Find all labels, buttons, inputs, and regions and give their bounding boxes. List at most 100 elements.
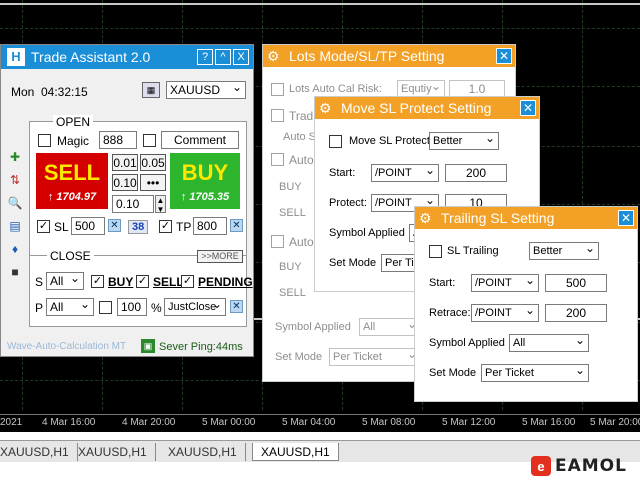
arrows-icon[interactable]: ⇅ — [7, 172, 23, 188]
lots-auto-label: Lots Auto Cal Risk: — [289, 83, 382, 95]
day-label: Mon — [11, 85, 35, 99]
move-sl-close-icon[interactable]: ✕ — [520, 100, 536, 116]
collapse-button[interactable]: ^ — [215, 49, 231, 65]
move-sl-titlebar[interactable]: ⚙ Move SL Protect Setting ✕ — [315, 97, 539, 119]
percent-checkbox[interactable] — [99, 301, 112, 314]
buy-label: BUY — [181, 160, 229, 185]
magic-input[interactable]: 888 — [99, 131, 137, 149]
sl-clear-icon[interactable]: ✕ — [108, 219, 121, 232]
trade-checkbox[interactable] — [271, 109, 284, 122]
pending-close-checkbox[interactable]: ✓ — [181, 275, 194, 288]
trailing-sl-close-icon[interactable]: ✕ — [618, 210, 634, 226]
magic-checkbox[interactable] — [38, 134, 51, 147]
sell-price: ↑ 1704.97 — [47, 191, 97, 203]
move-sl-title: Move SL Protect Setting — [341, 100, 492, 116]
p-select[interactable]: All — [46, 298, 94, 316]
zoom-icon[interactable]: 🔍 — [7, 195, 23, 211]
symbol-applied-label: Symbol Applied — [275, 321, 351, 333]
sell-close-checkbox[interactable]: ✓ — [136, 275, 149, 288]
comment-input[interactable]: Comment — [161, 131, 239, 149]
tp-input[interactable]: 800 — [193, 217, 227, 235]
calendar-icon[interactable]: ▦ — [142, 82, 160, 98]
time-axis: 2021 4 Mar 16:00 4 Mar 20:00 5 Mar 00:00… — [0, 414, 640, 432]
lots-mode-close-icon[interactable]: ✕ — [496, 48, 512, 64]
tp-label: TP — [176, 220, 192, 234]
buy-button[interactable]: BUY ↑ 1705.35 — [170, 153, 240, 209]
chart-tab-active[interactable]: XAUUSD,H1 — [252, 443, 339, 461]
chart-tab[interactable]: XAUUSD,H1 — [0, 443, 78, 461]
lot-input[interactable]: 0.10 — [112, 195, 154, 213]
lot-button[interactable]: 0.05 — [140, 154, 166, 171]
eamol-logo-mark: e — [531, 456, 551, 476]
protect-label: Protect: — [329, 197, 367, 209]
s-label: S — [35, 275, 44, 289]
eamol-logo: e EAMOL — [531, 456, 627, 476]
auto-checkbox[interactable] — [271, 153, 284, 166]
buy-close-checkbox[interactable]: ✓ — [91, 275, 104, 288]
move-sl-checkbox[interactable] — [329, 135, 342, 148]
auto2-checkbox[interactable] — [271, 235, 284, 248]
sl-label: SL — [54, 220, 69, 234]
lot-button[interactable]: 0.10 — [112, 174, 138, 191]
retrace-input[interactable]: 200 — [545, 304, 607, 322]
sl-trailing-checkbox[interactable] — [429, 245, 442, 258]
lot-spinner[interactable]: ▲ ▼ — [155, 195, 166, 214]
set-mode-label: Set Mode — [275, 351, 323, 363]
cube-icon[interactable]: ■ — [7, 264, 23, 280]
close-mode-select[interactable]: JustClose — [164, 298, 226, 316]
trailing-sl-window: ⚙ Trailing SL Setting ✕ SL Trailing Bett… — [414, 206, 638, 402]
symbol-applied-select[interactable]: All — [509, 334, 589, 352]
close-button[interactable]: X — [233, 49, 249, 65]
footer-brand: Wave-Auto-Calculation MT — [7, 341, 127, 352]
trailing-sl-title: Trailing SL Setting — [441, 210, 555, 226]
open-label: OPEN — [53, 115, 94, 129]
chart-tab[interactable]: XAUUSD,H1 — [160, 443, 246, 461]
lot-button[interactable]: 0.01 — [112, 154, 138, 171]
tp-checkbox[interactable]: ✓ — [159, 220, 172, 233]
move-sl-mode-select[interactable]: Better — [429, 132, 499, 150]
server-ping: Sever Ping:44ms — [159, 341, 243, 353]
close-all-icon[interactable]: ✕ — [230, 300, 243, 313]
percent-sign: % — [151, 301, 162, 315]
h-logo-icon: H — [7, 48, 25, 66]
help-button[interactable]: ? — [197, 49, 213, 65]
s-select[interactable]: All — [46, 272, 84, 290]
symbol-applied-select[interactable]: All — [359, 318, 421, 336]
percent-input[interactable]: 100 — [117, 298, 147, 316]
buy-close-label: BUY — [108, 275, 134, 289]
time-tick: 2021 — [0, 417, 23, 428]
buy-label: BUY — [279, 181, 302, 193]
sl-input[interactable]: 500 — [71, 217, 105, 235]
auto-label: Auto — [289, 153, 314, 167]
more-button[interactable]: >>MORE — [197, 250, 243, 263]
lots-auto-checkbox[interactable] — [271, 83, 284, 96]
start-label: Start: — [429, 277, 456, 289]
new-order-icon[interactable]: ✚ — [7, 149, 23, 165]
set-mode-select[interactable]: Per Ticket — [329, 348, 421, 366]
symbol-applied-label: Symbol Applied — [429, 337, 505, 349]
buy2-label: BUY — [279, 261, 302, 273]
start-unit-select[interactable]: /POINT — [371, 164, 439, 182]
start-input[interactable]: 500 — [545, 274, 607, 292]
start-input[interactable]: 200 — [445, 164, 507, 182]
symbol-select[interactable]: XAUUSD — [166, 81, 246, 99]
more-lots-button[interactable]: ••• — [140, 174, 166, 191]
trade-assistant-titlebar[interactable]: H Trade Assistant 2.0 ? ^ X — [1, 45, 253, 69]
tp-clear-icon[interactable]: ✕ — [230, 219, 243, 232]
set-mode-select[interactable]: Per Ticket — [481, 364, 589, 382]
start-unit-select[interactable]: /POINT — [471, 274, 539, 292]
trailing-mode-select[interactable]: Better — [529, 242, 599, 260]
eamol-logo-text: EAMOL — [555, 456, 627, 476]
gear-icon: ⚙ — [419, 209, 432, 226]
calculator-icon[interactable]: ▤ — [7, 218, 23, 234]
chart-tab[interactable]: XAUUSD,H1 — [70, 443, 156, 461]
comment-checkbox[interactable] — [143, 134, 156, 147]
retrace-unit-select[interactable]: /POINT — [471, 304, 539, 322]
sl-checkbox[interactable]: ✓ — [37, 220, 50, 233]
close-label: CLOSE — [47, 249, 94, 263]
trailing-sl-titlebar[interactable]: ⚙ Trailing SL Setting ✕ — [415, 207, 637, 229]
time-tick: 5 Mar 00:00 — [202, 417, 256, 428]
diamond-icon[interactable]: ♦ — [7, 241, 23, 257]
sell-button[interactable]: SELL ↑ 1704.97 — [36, 153, 108, 209]
lots-mode-titlebar[interactable]: ⚙ Lots Mode/SL/TP Setting ✕ — [263, 45, 515, 67]
